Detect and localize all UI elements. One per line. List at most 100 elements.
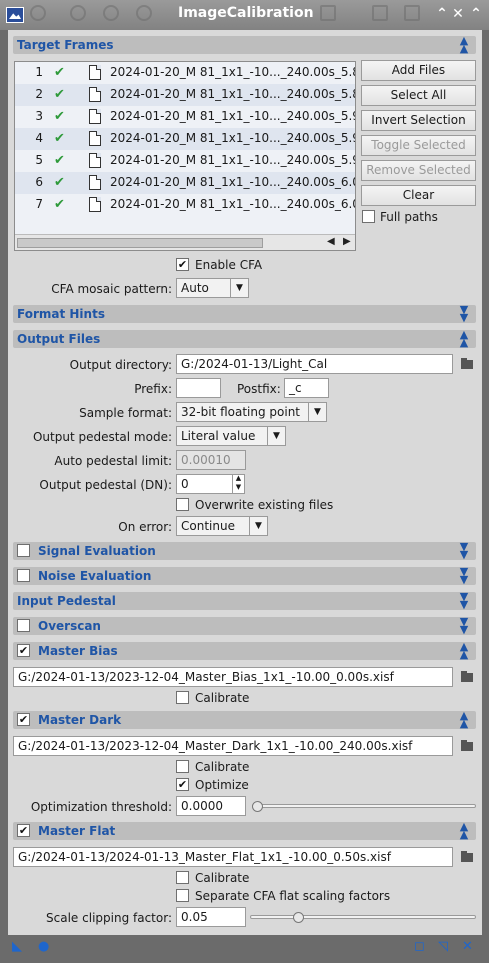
section-output-files[interactable]: Output Files ▲ ▲ (13, 329, 476, 348)
remove-selected-button[interactable]: Remove Selected (361, 160, 476, 181)
collapse-icon[interactable]: ▲ ▲ (458, 710, 470, 729)
pedestal-mode-label: Output pedestal mode: (32, 430, 172, 444)
table-row[interactable]: 3 ✔ 2024-01-20_M 81_1x1_-10..._240.00s_5… (15, 106, 355, 128)
section-signal-evaluation[interactable]: Signal Evaluation ▼ ▼ (13, 541, 476, 560)
invert-selection-button[interactable]: Invert Selection (361, 110, 476, 131)
cfa-pattern-value: Auto (181, 281, 209, 295)
collapse-icon[interactable]: ▲ ▲ (458, 641, 470, 660)
optimization-threshold-field[interactable]: 0.0000 (176, 796, 246, 816)
overscan-checkbox[interactable] (17, 619, 30, 632)
folder-icon[interactable] (461, 358, 475, 370)
expand-icon[interactable]: ▼ ▼ (458, 591, 470, 610)
checkmark-icon[interactable]: ✔ (54, 65, 65, 80)
optimize-checkbox[interactable]: ✔ (176, 778, 189, 791)
scale-clipping-slider[interactable] (250, 915, 476, 919)
preferences-icon[interactable]: ◻ (414, 939, 425, 954)
master-dark-calibrate-checkbox[interactable] (176, 760, 189, 773)
master-flat-checkbox[interactable]: ✔ (17, 824, 30, 837)
section-input-pedestal[interactable]: Input Pedestal ▼ ▼ (13, 591, 476, 610)
table-row[interactable]: 1 ✔ 2024-01-20_M 81_1x1_-10..._240.00s_5… (15, 62, 355, 84)
edit-icon (404, 5, 420, 21)
expand-icon[interactable]: ▼ ▼ (458, 566, 470, 585)
cfa-pattern-select[interactable]: Auto ▼ (176, 278, 249, 298)
expand-icon[interactable]: ▼ ▼ (458, 304, 470, 323)
pedestal-mode-select[interactable]: Literal value ▼ (176, 426, 286, 446)
enable-cfa-checkbox[interactable]: ✔ (176, 258, 189, 271)
scale-clipping-field[interactable]: 0.05 (176, 907, 246, 927)
master-flat-path-field[interactable]: G:/2024-01-13/2024-01-13_Master_Flat_1x1… (13, 847, 453, 867)
master-flat-calibrate-checkbox[interactable] (176, 871, 189, 884)
zoom-out-icon (103, 5, 119, 21)
section-format-hints[interactable]: Format Hints ▼ ▼ (13, 304, 476, 323)
slider-handle[interactable] (293, 912, 304, 923)
optimization-threshold-slider[interactable] (252, 804, 476, 808)
table-row[interactable]: 7 ✔ 2024-01-20_M 81_1x1_-10..._240.00s_6… (15, 194, 355, 216)
scroll-right-icon[interactable]: ▶ (343, 236, 351, 247)
on-error-select[interactable]: Continue ▼ (176, 516, 268, 536)
checkmark-icon[interactable]: ✔ (54, 87, 65, 102)
slider-handle[interactable] (252, 801, 263, 812)
section-master-flat[interactable]: ✔ Master Flat ▲ ▲ (13, 821, 476, 840)
section-master-bias[interactable]: ✔ Master Bias ▲ ▲ (13, 641, 476, 660)
select-all-button[interactable]: Select All (361, 85, 476, 106)
section-target-frames[interactable]: Target Frames ▲ ▲ (13, 35, 476, 54)
master-bias-path-field[interactable]: G:/2024-01-13/2023-12-04_Master_Bias_1x1… (13, 667, 453, 687)
scrollbar-thumb[interactable] (17, 238, 263, 248)
pedestal-dn-value: 0 (181, 477, 189, 491)
sample-format-value: 32-bit floating point (181, 405, 301, 419)
noise-evaluation-checkbox[interactable] (17, 569, 30, 582)
collapse-icon[interactable]: ▲ ▲ (458, 35, 470, 54)
master-dark-checkbox[interactable]: ✔ (17, 713, 30, 726)
folder-icon[interactable] (461, 740, 475, 752)
close-icon[interactable]: ✕ (449, 4, 467, 24)
apply-global-icon[interactable]: ● (38, 939, 49, 954)
section-overscan[interactable]: Overscan ▼ ▼ (13, 616, 476, 635)
output-directory-field[interactable]: G:/2024-01-13/Light_Cal (176, 354, 453, 374)
master-dark-path-field[interactable]: G:/2024-01-13/2023-12-04_Master_Dark_1x1… (13, 736, 453, 756)
signal-evaluation-checkbox[interactable] (17, 544, 30, 557)
new-instance-icon[interactable]: ◣ (12, 939, 22, 954)
prefix-field[interactable] (176, 378, 221, 398)
pedestal-dn-field[interactable]: 0 ▲ ▼ (176, 474, 245, 494)
expand-icon[interactable]: ▼ ▼ (458, 616, 470, 635)
clear-button[interactable]: Clear (361, 185, 476, 206)
toggle-selected-button[interactable]: Toggle Selected (361, 135, 476, 156)
section-title: Target Frames (17, 38, 114, 52)
horizontal-scrollbar[interactable]: ◀ ▶ (15, 234, 355, 250)
collapse-icon[interactable]: ▲ ▲ (458, 329, 470, 348)
table-row[interactable]: 4 ✔ 2024-01-20_M 81_1x1_-10..._240.00s_5… (15, 128, 355, 150)
master-bias-calibrate-checkbox[interactable] (176, 691, 189, 704)
collapse-icon[interactable]: ▲ ▲ (458, 821, 470, 840)
checkmark-icon[interactable]: ✔ (54, 197, 65, 212)
master-bias-checkbox[interactable]: ✔ (17, 644, 30, 657)
sample-format-select[interactable]: 32-bit floating point ▼ (176, 402, 327, 422)
add-files-button[interactable]: Add Files (361, 60, 476, 81)
target-frames-list[interactable]: 1 ✔ 2024-01-20_M 81_1x1_-10..._240.00s_5… (14, 61, 356, 251)
table-row[interactable]: 6 ✔ 2024-01-20_M 81_1x1_-10..._240.00s_6… (15, 172, 355, 194)
full-paths-checkbox[interactable] (362, 210, 375, 223)
section-master-dark[interactable]: ✔ Master Dark ▲ ▲ (13, 710, 476, 729)
postfix-field[interactable]: _c (284, 378, 329, 398)
table-row[interactable]: 2 ✔ 2024-01-20_M 81_1x1_-10..._240.00s_5… (15, 84, 355, 106)
table-row[interactable]: 5 ✔ 2024-01-20_M 81_1x1_-10..._240.00s_5… (15, 150, 355, 172)
folder-icon[interactable] (461, 851, 475, 863)
separate-cfa-checkbox[interactable] (176, 889, 189, 902)
spin-arrows-icon[interactable]: ▲ ▼ (232, 475, 244, 493)
chevron-down-icon: ▼ (267, 427, 285, 445)
checkmark-icon[interactable]: ✔ (54, 131, 65, 146)
overwrite-checkbox[interactable] (176, 498, 189, 511)
checkmark-icon[interactable]: ✔ (54, 153, 65, 168)
checkmark-icon[interactable]: ✔ (54, 175, 65, 190)
checkmark-icon[interactable]: ✔ (54, 109, 65, 124)
expand-icon[interactable]: ▼ ▼ (458, 541, 470, 560)
shade-icon[interactable]: ⌃ (467, 4, 485, 24)
folder-icon[interactable] (461, 671, 475, 683)
reset-icon[interactable]: ✕ (462, 939, 473, 954)
scroll-left-icon[interactable]: ◀ (327, 236, 335, 247)
browse-docs-icon[interactable]: ◹ (438, 939, 448, 954)
file-name: 2024-01-20_M 81_1x1_-10..._240.00s_5.93 (110, 131, 356, 145)
pedestal-mode-value: Literal value (181, 429, 256, 443)
auto-pedestal-field[interactable]: 0.00010 (176, 450, 246, 470)
file-name: 2024-01-20_M 81_1x1_-10..._240.00s_5.90 (110, 109, 356, 123)
section-noise-evaluation[interactable]: Noise Evaluation ▼ ▼ (13, 566, 476, 585)
